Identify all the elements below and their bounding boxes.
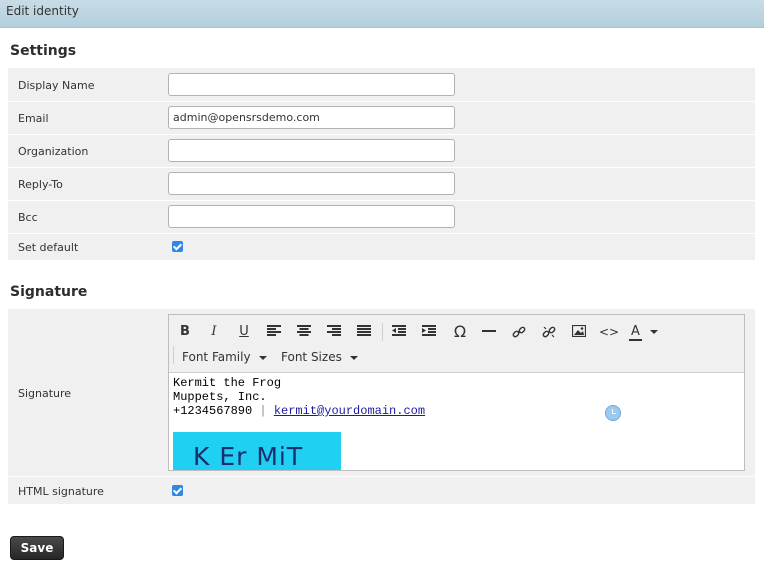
html-signature-row: HTML signature — [8, 477, 755, 504]
unlink-icon — [542, 326, 556, 338]
remove-link-button[interactable] — [539, 321, 559, 343]
bold-button[interactable]: B — [175, 321, 195, 343]
settings-heading: Settings — [10, 43, 77, 59]
bcc-row: Bcc — [8, 201, 755, 233]
email-label: Email — [18, 112, 49, 125]
organization-row: Organization — [8, 135, 755, 167]
horizontal-rule-button[interactable] — [479, 321, 499, 343]
bold-icon: B — [180, 324, 190, 339]
underline-icon: U — [239, 324, 249, 339]
italic-icon: I — [211, 324, 217, 339]
display-name-row: Display Name — [8, 68, 755, 101]
signature-heading: Signature — [10, 284, 88, 300]
window-title: Edit identity — [6, 4, 79, 18]
reply-to-row: Reply-To — [8, 168, 755, 200]
html-signature-label: HTML signature — [18, 485, 104, 498]
save-button[interactable]: Save — [10, 536, 64, 560]
email-input[interactable] — [168, 106, 455, 129]
signature-separator: | — [259, 404, 267, 418]
underline-button[interactable]: U — [234, 321, 254, 343]
signature-line-company: Muppets, Inc. — [173, 390, 267, 404]
set-default-checkbox[interactable] — [172, 241, 183, 252]
signature-editor: B I U Ω <> A Font Family Font Sizes Kerm… — [168, 314, 745, 471]
horizontal-rule-icon — [482, 330, 496, 332]
organization-label: Organization — [18, 145, 89, 158]
signature-line-name: Kermit the Frog — [173, 376, 282, 390]
source-code-button[interactable]: <> — [599, 321, 619, 343]
chevron-down-icon — [649, 329, 658, 334]
signature-image: K Er MiT — [173, 432, 341, 470]
align-right-button[interactable] — [324, 321, 344, 343]
font-sizes-dropdown[interactable]: Font Sizes — [281, 348, 358, 366]
signature-label: Signature — [18, 387, 72, 400]
editor-toolbar: B I U Ω <> A Font Family Font Sizes — [169, 315, 744, 373]
insert-image-button[interactable] — [569, 321, 589, 343]
outdent-icon — [392, 325, 406, 336]
signature-phone: +1234567890 — [173, 404, 253, 418]
toolbar-separator — [173, 346, 174, 364]
display-name-label: Display Name — [18, 79, 95, 92]
indent-button[interactable] — [419, 321, 439, 343]
reply-to-input[interactable] — [168, 172, 455, 195]
display-name-input[interactable] — [168, 73, 455, 96]
signature-image-text: K Er MiT — [193, 442, 304, 470]
link-icon — [512, 326, 526, 338]
window-titlebar: Edit identity — [0, 0, 764, 28]
font-family-dropdown[interactable]: Font Family — [182, 348, 267, 366]
insert-link-button[interactable] — [509, 321, 529, 343]
chevron-down-icon — [349, 355, 358, 360]
italic-button[interactable]: I — [204, 321, 224, 343]
font-family-label: Font Family — [182, 350, 251, 364]
set-default-row: Set default — [8, 234, 755, 260]
text-color-icon: A — [629, 324, 642, 341]
code-icon: <> — [599, 325, 620, 339]
email-row: Email — [8, 102, 755, 134]
signature-content[interactable]: Kermit the Frog Muppets, Inc. +123456789… — [173, 376, 425, 418]
align-justify-icon — [357, 325, 371, 336]
align-right-icon — [327, 325, 341, 336]
html-signature-checkbox[interactable] — [172, 485, 183, 496]
bcc-input[interactable] — [168, 205, 455, 228]
signature-email-link[interactable]: kermit@yourdomain.com — [274, 404, 425, 418]
special-character-button[interactable]: Ω — [449, 321, 471, 343]
text-color-button[interactable]: A — [629, 321, 665, 343]
bcc-label: Bcc — [18, 211, 38, 224]
signature-line-contact: +1234567890 | kermit@yourdomain.com — [173, 404, 425, 418]
organization-input[interactable] — [168, 139, 455, 162]
align-justify-button[interactable] — [354, 321, 374, 343]
toolbar-separator — [382, 323, 383, 341]
align-left-button[interactable] — [264, 321, 284, 343]
align-center-icon — [297, 325, 311, 336]
clock-icon — [605, 405, 621, 421]
set-default-label: Set default — [18, 241, 79, 254]
image-icon — [572, 325, 586, 337]
align-left-icon — [267, 325, 281, 336]
align-center-button[interactable] — [294, 321, 314, 343]
indent-icon — [422, 325, 436, 336]
omega-icon: Ω — [453, 322, 467, 341]
reply-to-label: Reply-To — [18, 178, 63, 191]
font-sizes-label: Font Sizes — [281, 350, 342, 364]
chevron-down-icon — [258, 355, 267, 360]
outdent-button[interactable] — [389, 321, 409, 343]
